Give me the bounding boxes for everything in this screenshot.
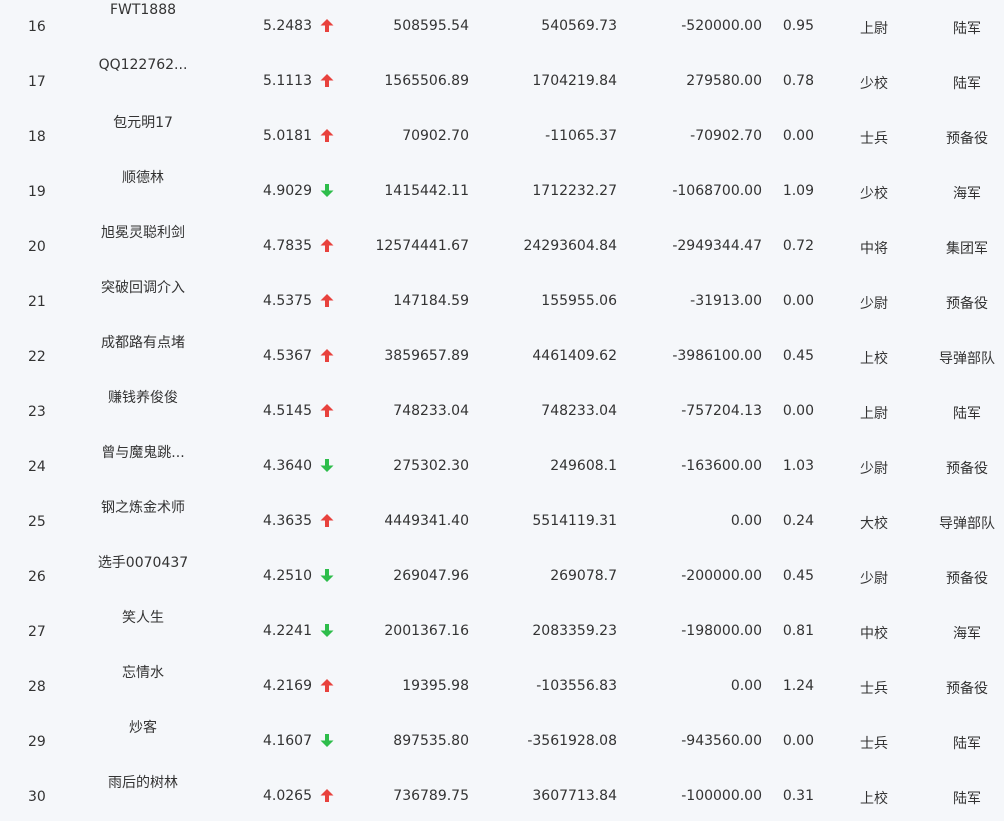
arrow-up-icon <box>320 239 334 253</box>
rank-cell: 30 <box>28 789 46 805</box>
player-name-link[interactable]: 忘情水 <box>80 662 206 717</box>
player-name-link[interactable]: 雨后的树林 <box>80 772 206 821</box>
table-row[interactable]: 23 赚钱养俊俊 4.5145 748233.04 748233.04 -757204.1… <box>0 387 1004 442</box>
table-row[interactable]: 20 旭冕灵聪利剑 4.7835 12574441.67 24293604.84 -294… <box>0 222 1004 277</box>
table-row[interactable]: 19 顺德林 4.9029 1415442.11 1712232.27 -1068700.… <box>0 167 1004 222</box>
branch-cell: 陆军 <box>953 791 981 807</box>
player-name-link[interactable]: 赚钱养俊俊 <box>80 387 206 442</box>
ratio-cell: 0.31 <box>782 788 814 804</box>
arrow-up-icon <box>320 129 334 143</box>
table-row[interactable]: 26 选手0070437 4.2510 269047.96 269078.7 -20000… <box>0 552 1004 607</box>
arrow-up-icon <box>320 679 334 693</box>
player-name-link[interactable]: 选手0070437 <box>80 552 206 607</box>
table-row[interactable]: 24 曾与魔鬼跳... 4.3640 275302.30 249608.1 -163600… <box>0 442 1004 497</box>
score-cell: 4.0265 <box>263 788 312 804</box>
player-name-link[interactable]: 笑人生 <box>80 607 206 662</box>
arrow-down-icon <box>320 569 334 583</box>
arrow-up-icon <box>320 74 334 88</box>
table-row[interactable]: 17 QQ122762... 5.1113 1565506.89 1704219.84 2… <box>0 57 1004 112</box>
player-name-link[interactable]: 顺德林 <box>80 167 206 222</box>
table-row[interactable]: 30 雨后的树林 4.0265 736789.75 3607713.84 -100000.… <box>0 772 1004 821</box>
arrow-up-icon <box>320 19 334 33</box>
table-row[interactable]: 27 笑人生 4.2241 2001367.16 2083359.23 -198000.0… <box>0 607 1004 662</box>
player-name-link[interactable]: 成都路有点堵 <box>80 332 206 387</box>
arrow-down-icon <box>320 734 334 748</box>
military-rank-cell: 上校 <box>860 791 888 807</box>
player-name-link[interactable]: 突破回调介入 <box>80 277 206 332</box>
player-name-link[interactable]: QQ122762... <box>80 57 206 112</box>
table-row[interactable]: 22 成都路有点堵 4.5367 3859657.89 4461409.62 -39861… <box>0 332 1004 387</box>
table-row[interactable]: 29 炒客 4.1607 897535.80 -3561928.08 -943560.00… <box>0 717 1004 772</box>
arrow-down-icon <box>320 184 334 198</box>
player-name-link[interactable]: 包元明17 <box>80 112 206 167</box>
arrow-up-icon <box>320 514 334 528</box>
arrow-down-icon <box>320 459 334 473</box>
table-row[interactable]: 28 忘情水 4.2169 19395.98 -103556.83 0.00 1.24 士兵预… <box>0 662 1004 717</box>
table-row[interactable]: 21 突破回调介入 4.5375 147184.59 155955.06 -31913.0… <box>0 277 1004 332</box>
arrow-down-icon <box>320 624 334 638</box>
value1-cell: 736789.75 <box>393 788 469 804</box>
value3-cell: -100000.00 <box>681 788 762 804</box>
arrow-up-icon <box>320 789 334 803</box>
ranking-table: 16 FWT1888 5.2483 508595.54 540569.73 -520000… <box>0 0 1004 821</box>
player-name-link[interactable]: 曾与魔鬼跳... <box>80 442 206 497</box>
player-name-link[interactable]: 旭冕灵聪利剑 <box>80 222 206 277</box>
arrow-up-icon <box>320 294 334 308</box>
player-name-link[interactable]: 钢之炼金术师 <box>80 497 206 552</box>
table-row[interactable]: 16 FWT1888 5.2483 508595.54 540569.73 -520000… <box>0 2 1004 57</box>
arrow-up-icon <box>320 404 334 418</box>
value2-cell: 3607713.84 <box>532 788 617 804</box>
arrow-up-icon <box>320 349 334 363</box>
table-row[interactable]: 25 钢之炼金术师 4.3635 4449341.40 5514119.31 0.00 0.… <box>0 497 1004 552</box>
table-row[interactable]: 18 包元明17 5.0181 70902.70 -11065.37 -70902.70 0… <box>0 112 1004 167</box>
player-name-link[interactable]: 炒客 <box>80 717 206 772</box>
player-name-link[interactable]: FWT1888 <box>80 2 206 57</box>
